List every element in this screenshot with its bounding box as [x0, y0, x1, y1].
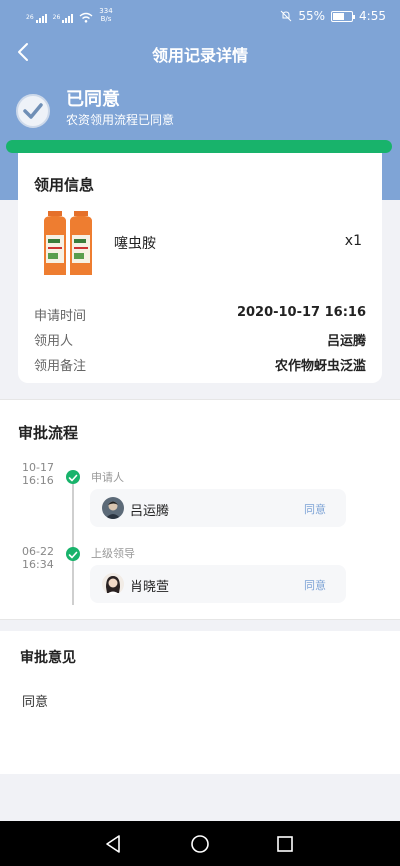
signal-icon-2: 26 [53, 14, 74, 23]
info-row-recipient: 领用人 吕运腾 [34, 330, 366, 350]
nav-recent-square-icon[interactable] [275, 834, 295, 854]
timeline-date: 10-17 [22, 461, 54, 474]
signal-icon: 26 [26, 14, 47, 23]
speed-value: 334 [99, 7, 113, 15]
info-value: 农作物蚜虫泛滥 [274, 359, 366, 374]
timeline-timestamp: 06-22 16:34 [22, 545, 54, 571]
info-value: 吕运腾 [326, 334, 366, 349]
product-quantity: x1 [344, 233, 362, 249]
approval-opinion-title: 审批意见 [20, 650, 76, 666]
approval-result: 同意 [304, 579, 326, 592]
progress-bar [6, 140, 392, 153]
nav-home-circle-icon[interactable] [190, 834, 210, 854]
info-value: 2020-10-17 16:16 [236, 305, 366, 320]
info-label: 领用人 [34, 334, 74, 349]
info-row-remark: 领用备注 农作物蚜虫泛滥 [34, 355, 366, 375]
requisition-info-card: 领用信息 噻虫胺 x1 申请时间 2020-10-17 16:16 领用人 吕运… [18, 153, 382, 383]
battery-icon [331, 10, 356, 22]
avatar [102, 573, 124, 595]
timeline-check-icon [66, 470, 80, 484]
approver-name: 吕运腾 [130, 504, 170, 519]
info-label: 申请时间 [34, 309, 87, 324]
approval-result: 同意 [304, 503, 326, 516]
mute-bell-icon [281, 10, 292, 22]
avatar [102, 497, 124, 519]
timeline-line [72, 475, 74, 605]
approval-opinion-card: 审批意见 同意 [0, 631, 400, 774]
timeline-role: 申请人 [91, 471, 124, 484]
approval-status-subtitle: 农资领用流程已同意 [66, 113, 175, 127]
approval-flow-card: 审批流程 10-17 16:16 申请人 吕运腾 同意 06-22 16:34 … [0, 399, 400, 620]
nav-back-triangle-icon[interactable] [104, 834, 124, 854]
timeline-date: 06-22 [22, 545, 54, 558]
speed-unit: B/s [100, 15, 112, 23]
clock: 4:55 [359, 9, 386, 23]
check-circle-icon [16, 94, 50, 128]
nav-bar: 领用记录详情 [0, 34, 400, 72]
info-row-apply-time: 申请时间 2020-10-17 16:16 [34, 305, 366, 325]
battery-percent: 55% [298, 9, 326, 23]
page-title: 领用记录详情 [151, 46, 248, 65]
timeline-role: 上级领导 [91, 547, 135, 560]
product-image [44, 211, 92, 275]
system-status-bar: 26 26 334 B/s 55% 4:55 [0, 0, 400, 34]
sim2-label: 26 [52, 14, 61, 21]
system-navigation-bar [0, 821, 400, 866]
timeline-timestamp: 10-17 16:16 [22, 461, 54, 487]
timeline-time: 16:16 [22, 474, 54, 487]
approver-name: 肖晓萱 [130, 580, 170, 595]
wifi-icon [79, 12, 93, 23]
timeline-check-icon [66, 547, 80, 561]
requisition-info-title: 领用信息 [34, 176, 95, 194]
approval-opinion-text: 同意 [22, 695, 49, 710]
network-speed: 334 B/s [99, 7, 112, 23]
timeline-time: 16:34 [22, 558, 54, 571]
sim1-label: 26 [26, 14, 34, 21]
info-label: 领用备注 [34, 359, 87, 374]
approver-item[interactable]: 吕运腾 同意 [90, 489, 346, 527]
approver-item[interactable]: 肖晓萱 同意 [90, 565, 346, 603]
approval-flow-title: 审批流程 [18, 424, 79, 442]
approval-status-title: 已同意 [66, 89, 120, 110]
product-name: 噻虫胺 [114, 236, 156, 252]
